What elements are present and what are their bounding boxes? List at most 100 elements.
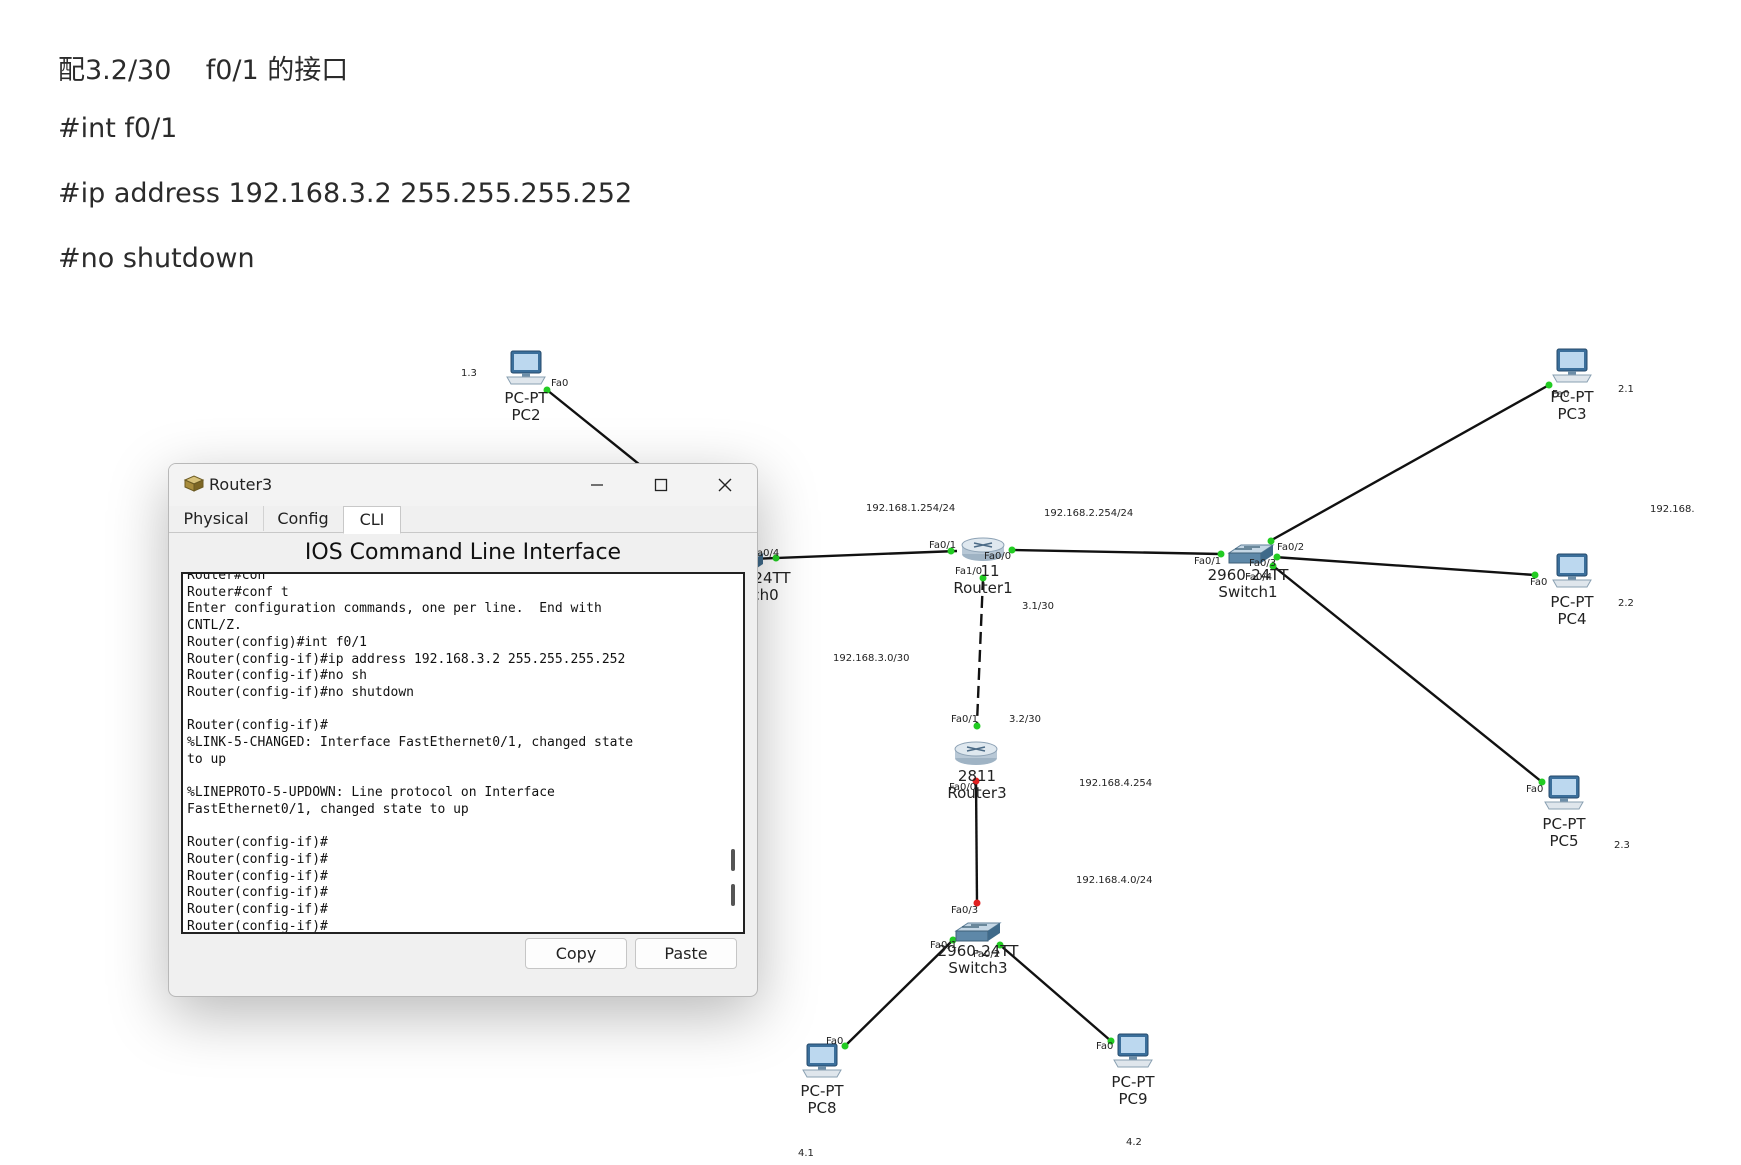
panel-title: IOS Command Line Interface xyxy=(304,540,622,565)
cli-line: Router(config-if)# xyxy=(187,885,328,901)
dialog-tabs: Physical Config CLI xyxy=(169,506,757,534)
maximize-icon xyxy=(654,478,668,492)
annotation-net2-gw: 192.168.2.254/24 xyxy=(1044,508,1133,519)
paste-button[interactable]: Paste xyxy=(635,938,737,969)
maximize-button[interactable] xyxy=(635,468,687,502)
close-icon xyxy=(718,478,732,492)
pc5-icon[interactable] xyxy=(1544,775,1584,810)
cli-line: Router(config-if)# xyxy=(187,902,328,918)
annotation-link-net: 192.168.3.0/30 xyxy=(833,653,910,664)
tab-config[interactable]: Config xyxy=(263,506,344,531)
cli-line: Router(config-if)# xyxy=(187,868,328,884)
router3-dialog: Router3 Physical Config CLI IOS Command … xyxy=(168,463,758,997)
cli-line: FastEthernet0/1, changed state to up xyxy=(187,801,469,817)
cli-line: Router(config)#int f0/1 xyxy=(187,634,368,650)
annotation-pc8-ip: 4.1 xyxy=(798,1148,814,1159)
router-icon xyxy=(183,475,205,492)
cli-line: CNTL/Z. xyxy=(187,618,242,634)
link-switch0-router1 xyxy=(749,549,958,561)
tab-physical[interactable]: Physical xyxy=(169,506,264,531)
tab-cli[interactable]: CLI xyxy=(343,506,401,534)
port-label: a0/4 xyxy=(757,548,779,559)
port-label: Fa0/2 xyxy=(1277,542,1304,553)
annotation-net4-gw: 192.168.4.254 xyxy=(1079,778,1152,789)
pc4-icon[interactable] xyxy=(1552,553,1592,588)
pc3-icon[interactable] xyxy=(1552,348,1592,383)
pc5-type: PC-PT xyxy=(1542,815,1586,833)
pc8-name: PC8 xyxy=(807,1099,836,1117)
switch0-model: 24TT xyxy=(753,569,791,587)
port-label: Fa0/3 xyxy=(951,905,978,916)
annotation-pc4-ip: 2.2 xyxy=(1618,598,1634,609)
cli-line: Router#conf t xyxy=(187,584,289,600)
pc4-name: PC4 xyxy=(1557,610,1586,628)
annotation-pc2-ip: 1.3 xyxy=(461,368,477,379)
pc3-name: PC3 xyxy=(1557,405,1586,423)
port-label: Fa0/1 xyxy=(951,714,978,725)
link-switch1-pc4 xyxy=(1273,555,1536,577)
pc4-type: PC-PT xyxy=(1550,593,1594,611)
port-label: Fa1/0 xyxy=(955,566,982,577)
pc9-icon[interactable] xyxy=(1113,1033,1153,1068)
pc8-type: PC-PT xyxy=(800,1082,844,1100)
pc9-name: PC9 xyxy=(1118,1090,1147,1108)
cli-line: Router(config-if)# xyxy=(187,918,328,934)
port-label: Fa0 xyxy=(1552,389,1569,400)
annotation-net4: 192.168.4.0/24 xyxy=(1076,875,1153,886)
cli-line: Router(config-if)#no sh xyxy=(187,668,368,684)
cli-line: Router(config-if)#ip address 192.168.3.2… xyxy=(187,651,626,667)
cli-line xyxy=(187,819,721,836)
cli-output: Router#con Router#conf t Enter configurati… xyxy=(187,572,721,934)
pc2-icon[interactable] xyxy=(506,350,546,385)
annotation-r1-link: 3.1/30 xyxy=(1022,601,1054,612)
cli-line: Enter configuration commands, one per li… xyxy=(187,601,602,617)
annotation-pc9-ip: 4.2 xyxy=(1126,1137,1142,1148)
link-router1-router3 xyxy=(975,577,985,724)
annotation-net2-partial: 192.168. xyxy=(1650,504,1695,515)
switch3-icon[interactable] xyxy=(955,922,1001,942)
annotation-pc5-ip: 2.3 xyxy=(1614,840,1630,851)
pc8-icon[interactable] xyxy=(802,1043,842,1078)
pc5-name: PC5 xyxy=(1549,832,1578,850)
close-button[interactable] xyxy=(699,468,751,502)
pc9-type: PC-PT xyxy=(1111,1073,1155,1091)
cli-line: to up xyxy=(187,751,227,767)
port-label: Fa0 xyxy=(826,1036,843,1047)
cli-line: %LINEPROTO-5-UPDOWN: Line protocol on In… xyxy=(187,785,555,801)
scrollbar-thumb[interactable] xyxy=(731,884,735,906)
link-pc2 xyxy=(546,389,651,474)
cli-line: Router(config-if)# xyxy=(187,851,328,867)
port-label: Fa0/0 xyxy=(949,782,976,793)
port-label: Fa0/1 xyxy=(1194,556,1221,567)
port-label: Fa0 xyxy=(1530,577,1547,588)
dialog-title: Router3 xyxy=(209,475,273,494)
cli-line: %LINK-5-CHANGED: Interface FastEthernet0… xyxy=(187,735,634,751)
port-label: Fa0 xyxy=(1526,784,1543,795)
annotation-r3-link: 3.2/30 xyxy=(1009,714,1041,725)
port-led xyxy=(1267,537,1275,545)
port-label: Fa0/4 xyxy=(1245,572,1272,583)
port-label: Fa0/3 xyxy=(1249,558,1276,569)
port-label: Fa0/0 xyxy=(984,551,1011,562)
cli-line: Router#con xyxy=(187,572,266,583)
copy-button[interactable]: Copy xyxy=(525,938,627,969)
cli-line: Router(config-if)# xyxy=(187,718,328,734)
switch3-name: Switch3 xyxy=(948,959,1007,977)
scrollbar-thumb[interactable] xyxy=(731,849,735,871)
cli-line xyxy=(187,768,721,785)
port-label: Fa0/2 xyxy=(973,949,1000,960)
link-router1-switch1 xyxy=(1011,548,1222,556)
pc2-type: PC-PT xyxy=(504,389,548,407)
link-switch1-pc5 xyxy=(1271,564,1543,783)
minimize-icon xyxy=(591,484,603,486)
minimize-button[interactable] xyxy=(571,468,623,502)
dialog-titlebar[interactable]: Router3 xyxy=(169,464,757,506)
cli-line xyxy=(187,702,721,719)
cli-line: Router(config-if)# xyxy=(187,835,328,851)
router3-icon[interactable] xyxy=(954,741,998,766)
cli-console[interactable]: Router#con Router#conf t Enter configurati… xyxy=(181,572,745,934)
port-label: Fa0/1 xyxy=(930,940,957,951)
annotation-net1-gw: 192.168.1.254/24 xyxy=(866,503,955,514)
switch1-name: Switch1 xyxy=(1218,583,1277,601)
port-label: Fa0/1 xyxy=(929,540,956,551)
